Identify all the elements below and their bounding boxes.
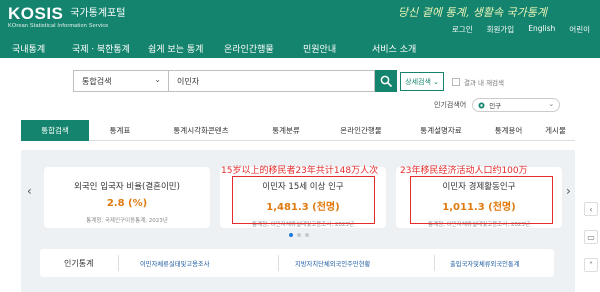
main-nav: 국내통계 국제ㆍ북한통계 쉽게 보는 통계 온라인간행물 민원안내 서비스 소개: [0, 38, 600, 58]
nav-service-intro[interactable]: 서비스 소개: [372, 42, 416, 55]
search-scope-select[interactable]: 통합검색 ⌄: [73, 70, 169, 92]
login-link[interactable]: 로그인: [452, 24, 473, 35]
share-icon[interactable]: ‹: [584, 202, 598, 216]
detail-search-label: 상세검색: [405, 77, 431, 86]
search-within-checkbox[interactable]: [452, 78, 460, 86]
tab-stat-tables[interactable]: 통계표: [89, 120, 151, 141]
search-within-label: 결과 내 재검색: [464, 79, 505, 87]
carousel-next-icon[interactable]: ›: [566, 184, 571, 198]
popular-stats-link[interactable]: 출입국자및체류외국인통계: [450, 259, 520, 268]
carousel-dot[interactable]: [305, 233, 309, 237]
logo-korean: 국가통계포털: [70, 8, 126, 19]
kosis-logo[interactable]: KOSIS 국가통계포털 KOrean Statistical Informat…: [8, 4, 125, 29]
carousel-dots: [289, 233, 309, 237]
chevron-down-icon: ⌄: [154, 75, 161, 84]
popular-search-label: 인기검색어: [434, 101, 467, 109]
tab-glossary[interactable]: 통계용어: [481, 120, 536, 141]
detail-search-button[interactable]: 상세검색 ⌄: [400, 72, 444, 91]
annotation-text: 15岁以上的移民者23年共计148万人次: [221, 166, 379, 176]
logo-text: KOSIS: [8, 4, 64, 23]
nav-easy-stats[interactable]: 쉽게 보는 통계: [148, 42, 203, 55]
nav-online-publications[interactable]: 온라인간행물: [224, 42, 274, 55]
nav-civil-service[interactable]: 민원안내: [303, 42, 336, 55]
tab-classification[interactable]: 통계분류: [251, 120, 321, 141]
highlight-box: [410, 176, 553, 224]
kids-link[interactable]: 어린이: [569, 24, 590, 35]
stat-card-source: 통계청, 국제인구이동통계, 2023년: [86, 218, 168, 224]
chevron-down-icon: ⌄: [548, 100, 555, 108]
nav-domestic-stats[interactable]: 국내통계: [12, 42, 45, 55]
divider: [118, 255, 119, 271]
search-within-results[interactable]: 결과 내 재검색: [452, 77, 504, 87]
popular-stats-link[interactable]: 지방자치단체외국인주민현황: [295, 259, 370, 268]
tab-integrated-search[interactable]: 통합검색: [21, 120, 89, 141]
carousel-dot[interactable]: [289, 233, 293, 237]
chevron-down-icon: ⌄: [432, 77, 439, 86]
search-input[interactable]: 이민자: [169, 70, 375, 92]
carousel-dot[interactable]: [297, 233, 301, 237]
target-icon: [478, 102, 485, 108]
logo-subtitle: KOrean Statistical Information Service: [8, 23, 109, 29]
divider: [278, 255, 279, 271]
search-button[interactable]: [375, 70, 397, 92]
english-link[interactable]: English: [528, 24, 555, 35]
signup-link[interactable]: 회원가입: [487, 24, 515, 35]
result-tabs: 통합검색 통계표 통계시각화콘텐츠 통계분류 온라인간행물 통계설명자료 통계용…: [21, 120, 575, 141]
annotation-text: 23年移民经济活动人口约100万: [400, 166, 528, 176]
divider: [434, 255, 435, 271]
search-query-text: 이민자: [177, 76, 200, 86]
slogan: 당신 곁에 통계, 생활속 국가통계: [398, 6, 548, 19]
stat-card-value: 2.8 (%): [106, 198, 148, 209]
popular-search-select[interactable]: 인구 ⌄: [472, 98, 561, 112]
tab-online-publications[interactable]: 온라인간행물: [321, 120, 401, 141]
popular-stats-bar: 인기통계 이민자체류실태및고용조사 지방자치단체외국인주민현황 출입국자및체류외…: [40, 249, 554, 277]
tab-posts[interactable]: 게시물: [536, 120, 575, 141]
scroll-top-icon[interactable]: ˄: [584, 258, 598, 272]
search-bar: 통합검색 ⌄ 이민자: [73, 70, 397, 92]
highlight-box: [232, 176, 375, 224]
tab-description-materials[interactable]: 통계설명자료: [401, 120, 481, 141]
utility-links: 로그인 회원가입 English 어린이: [452, 24, 590, 35]
stat-card-title: 외국인 입국자 비율(결혼이민): [74, 182, 180, 192]
nav-international-stats[interactable]: 국제ㆍ북한통계: [72, 42, 130, 55]
search-scope-value: 통합검색: [82, 76, 112, 86]
stat-card[interactable]: 외국인 입국자 비율(결혼이민) 2.8 (%) 통계청, 국제인구이동통계, …: [44, 167, 210, 228]
header-bar: KOSIS 국가통계포털 KOrean Statistical Informat…: [0, 0, 600, 38]
tab-visualization-contents[interactable]: 통계시각화콘텐츠: [151, 120, 251, 141]
popular-stats-title: 인기통계: [64, 259, 94, 268]
print-icon[interactable]: ▭: [584, 230, 598, 244]
popular-search-value: 인구: [489, 102, 502, 110]
carousel-prev-icon[interactable]: ‹: [27, 184, 32, 198]
popular-search: 인기검색어 인구 ⌄: [434, 98, 561, 112]
popular-stats-link[interactable]: 이민자체류실태및고용조사: [140, 259, 210, 268]
search-icon: [380, 75, 392, 87]
